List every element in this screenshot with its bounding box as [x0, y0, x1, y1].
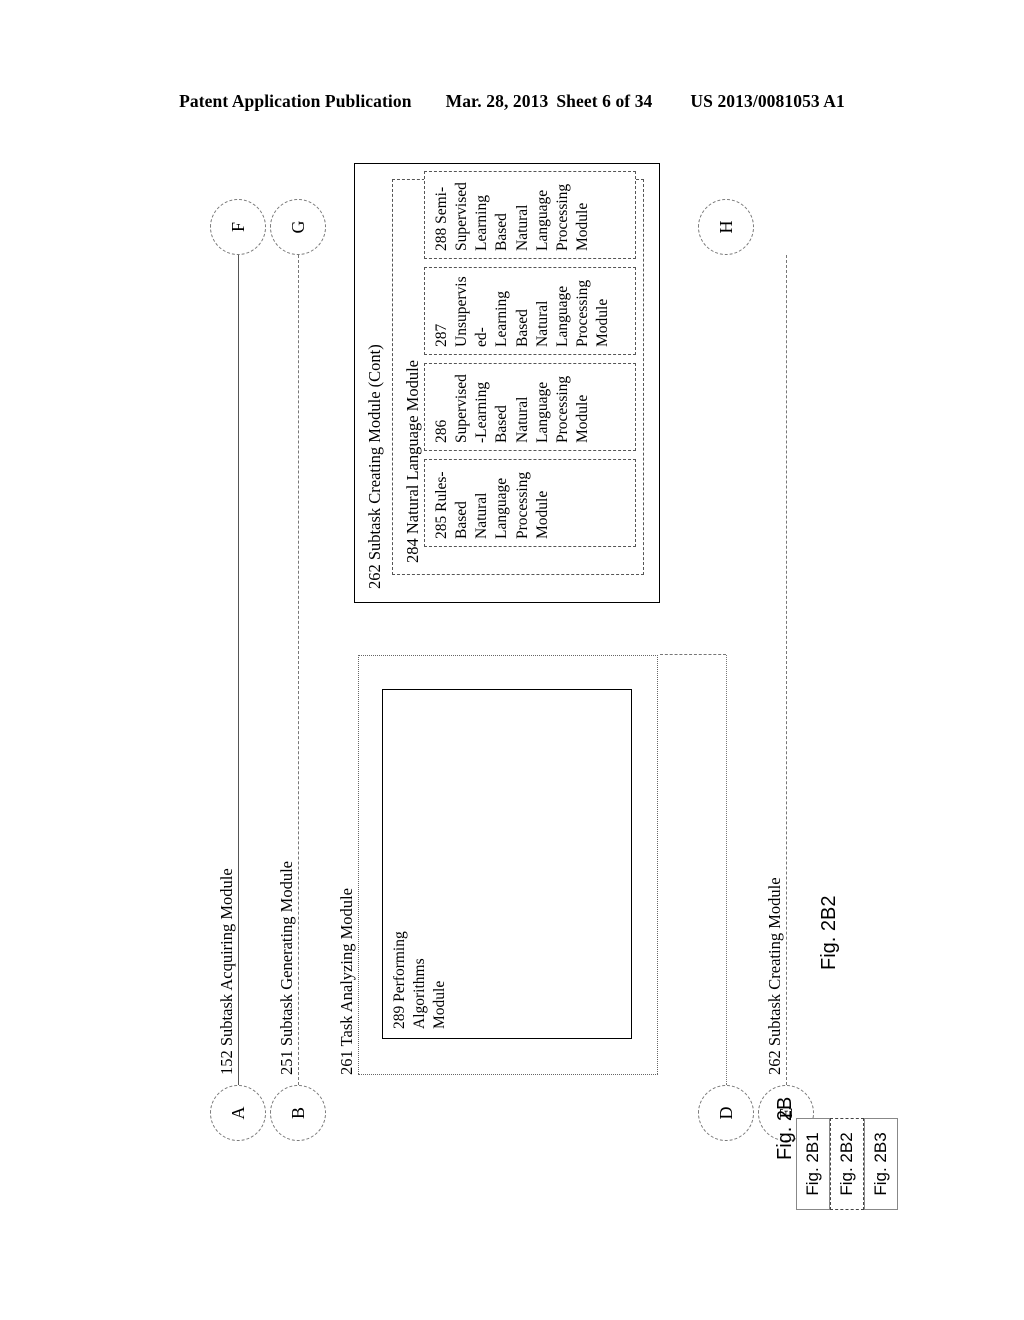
lane-line-b-g	[298, 255, 299, 1085]
publication-title: Patent Application Publication	[179, 90, 412, 111]
publication-date: Mar. 28, 2013	[445, 90, 549, 111]
subtask-creating-module-cont-label: 262 Subtask Creating Module (Cont)	[365, 344, 384, 589]
patent-figure: A B D E F G H 152 Subtask Acquiring Modu…	[192, 163, 832, 1141]
connector-label-f: F	[227, 222, 248, 233]
semi-supervised-learning-nlp-module-label: 288 Semi- Supervised Learning Based Natu…	[433, 182, 591, 251]
connector-circle-a: A	[210, 1085, 266, 1141]
connector-circle-b: B	[270, 1085, 326, 1141]
figure-key: Fig. 2B2 Fig. 2B Fig. 2B1 Fig. 2B2 Fig. …	[760, 880, 898, 1210]
page-header: Patent Application Publication Mar. 28, …	[0, 86, 1024, 116]
connector-label-a: A	[227, 1106, 248, 1120]
natural-language-module-label: 284 Natural Language Module	[403, 360, 422, 563]
label-subtask-acquiring-module: 152 Subtask Acquiring Module	[217, 868, 236, 1075]
figure-key-label: Fig. 2B	[774, 1096, 796, 1160]
figure-key-cell-2b2[interactable]: Fig. 2B2	[830, 1118, 864, 1210]
connector-label-d: D	[715, 1106, 736, 1120]
lane-line-a-f	[238, 255, 239, 1085]
connector-label-g: G	[287, 220, 308, 234]
label-subtask-generating-module: 251 Subtask Generating Module	[277, 860, 296, 1075]
connector-circle-d: D	[698, 1085, 754, 1141]
lane-connector-d-riser	[660, 654, 726, 655]
figure-main-caption: Fig. 2B2	[818, 895, 840, 970]
connector-label-b: B	[287, 1107, 308, 1120]
lane-line-d	[726, 655, 727, 1085]
performing-algorithms-module-label: 289 Performing Algorithms Module	[391, 931, 449, 1029]
figure-key-cell-2b2-label: Fig. 2B2	[837, 1132, 856, 1196]
figure-key-cell-2b3[interactable]: Fig. 2B3	[864, 1118, 898, 1210]
patent-number: US 2013/0081053 A1	[690, 90, 845, 111]
figure-key-cell-2b3-label: Fig. 2B3	[871, 1132, 890, 1196]
figure-key-cell-2b1-label: Fig. 2B1	[803, 1132, 822, 1196]
supervised-learning-nlp-module-label: 286 Supervised -Learning Based Natural L…	[433, 374, 591, 443]
unsupervised-learning-nlp-module-label: 287 Unsupervis ed- Learning Based Natura…	[433, 276, 612, 347]
connector-circle-f: F	[210, 199, 266, 255]
figure-key-cell-2b1[interactable]: Fig. 2B1	[796, 1118, 830, 1210]
connector-label-h: H	[715, 220, 736, 234]
rules-based-nlp-module-label: 285 Rules- Based Natural Language Proces…	[433, 471, 551, 539]
connector-circle-h: H	[698, 199, 754, 255]
sheet-number: Sheet 6 of 34	[556, 90, 653, 111]
connector-circle-g: G	[270, 199, 326, 255]
label-task-analyzing-module: 261 Task Analyzing Module	[337, 888, 356, 1075]
